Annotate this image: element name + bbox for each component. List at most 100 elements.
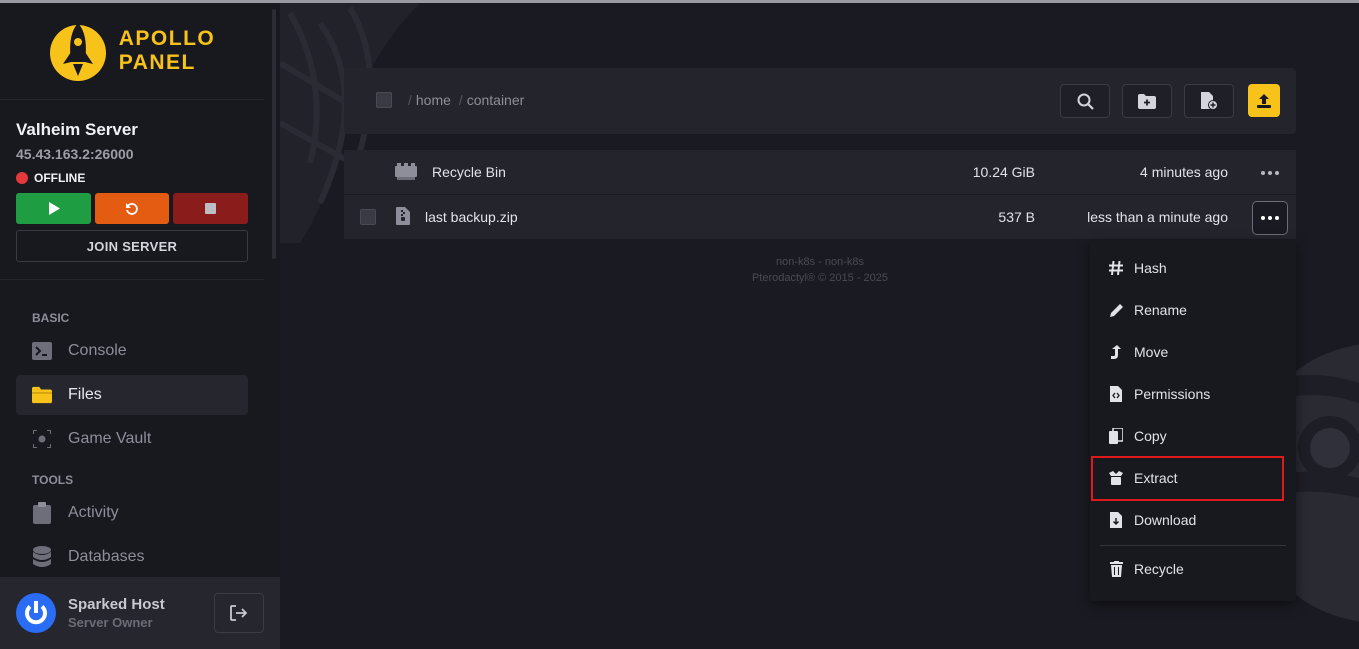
file-name: Recycle Bin bbox=[432, 164, 506, 180]
pencil-icon bbox=[1108, 302, 1124, 318]
power-icon bbox=[20, 597, 52, 629]
database-icon bbox=[32, 546, 52, 567]
menu-item-label: Hash bbox=[1134, 260, 1167, 276]
stop-icon bbox=[205, 203, 216, 214]
divider bbox=[0, 279, 264, 280]
menu-item-permissions[interactable]: Permissions bbox=[1090, 374, 1296, 414]
file-modified: 4 minutes ago bbox=[1140, 164, 1228, 180]
user-role: Server Owner bbox=[68, 615, 153, 630]
recycle-bin-icon bbox=[395, 163, 417, 184]
file-row-last-backup[interactable]: last backup.zip 537 B less than a minute… bbox=[344, 195, 1296, 239]
new-file-icon bbox=[1201, 92, 1218, 110]
status-dot-icon bbox=[16, 172, 28, 184]
menu-item-label: Download bbox=[1134, 512, 1197, 528]
menu-item-label: Permissions bbox=[1134, 386, 1211, 402]
rocket-logo-icon bbox=[49, 23, 106, 81]
file-context-menu: Hash Rename Move Permissions Copy Extrac… bbox=[1090, 240, 1296, 601]
upload-button[interactable] bbox=[1248, 84, 1280, 117]
menu-divider bbox=[1100, 545, 1286, 546]
user-footer: Sparked Host Server Owner bbox=[0, 577, 280, 649]
file-name: last backup.zip bbox=[425, 209, 518, 225]
more-dots-icon bbox=[1261, 171, 1279, 175]
sidebar-item-label: Files bbox=[68, 386, 102, 403]
sidebar-item-game-vault[interactable]: Game Vault bbox=[16, 419, 248, 459]
sidebar-item-label: Databases bbox=[68, 548, 145, 565]
user-name: Sparked Host bbox=[68, 596, 165, 613]
file-code-icon bbox=[1108, 386, 1124, 402]
sidebar-item-console[interactable]: Console bbox=[16, 331, 248, 371]
sidebar-scrollbar[interactable] bbox=[272, 9, 276, 259]
menu-item-hash[interactable]: Hash bbox=[1090, 248, 1296, 288]
logout-button[interactable] bbox=[214, 593, 264, 633]
file-download-icon bbox=[1108, 512, 1124, 528]
file-actions-button[interactable] bbox=[1252, 201, 1288, 235]
breadcrumb-home[interactable]: home bbox=[416, 92, 451, 108]
join-server-button[interactable]: JOIN SERVER bbox=[16, 230, 248, 262]
breadcrumb-separator: / bbox=[408, 92, 412, 108]
move-arrow-icon bbox=[1108, 344, 1124, 360]
brand[interactable]: APOLLO PANEL bbox=[0, 3, 264, 100]
file-actions-button[interactable] bbox=[1252, 156, 1288, 190]
file-size: 537 B bbox=[998, 209, 1035, 225]
restart-icon bbox=[126, 202, 138, 215]
brand-line1: APOLLO bbox=[118, 27, 216, 50]
server-ip[interactable]: 45.43.163.2:26000 bbox=[16, 146, 248, 162]
brand-name: APOLLO PANEL bbox=[119, 27, 216, 75]
stop-button[interactable] bbox=[173, 193, 248, 224]
server-status: OFFLINE bbox=[16, 171, 248, 185]
section-tools: TOOLS bbox=[32, 473, 74, 487]
search-icon bbox=[1077, 93, 1094, 110]
file-row-recycle-bin[interactable]: Recycle Bin 10.24 GiB 4 minutes ago bbox=[344, 150, 1296, 194]
menu-item-copy[interactable]: Copy bbox=[1090, 416, 1296, 456]
file-modified: less than a minute ago bbox=[1087, 209, 1228, 225]
menu-item-download[interactable]: Download bbox=[1090, 500, 1296, 540]
terminal-icon bbox=[32, 341, 52, 361]
sidebar-item-label: Game Vault bbox=[68, 430, 152, 447]
menu-item-rename[interactable]: Rename bbox=[1090, 290, 1296, 330]
restart-button[interactable] bbox=[95, 193, 169, 224]
file-checkbox[interactable] bbox=[360, 209, 376, 225]
avatar[interactable] bbox=[16, 593, 56, 633]
select-all-checkbox[interactable] bbox=[376, 92, 392, 108]
brand-line2: PANEL bbox=[118, 51, 196, 74]
sidebar: APOLLO PANEL Valheim Server 45.43.163.2:… bbox=[0, 3, 280, 649]
archive-file-icon bbox=[396, 207, 410, 228]
breadcrumb-separator: / bbox=[458, 92, 463, 108]
logout-icon bbox=[230, 605, 248, 621]
trash-icon bbox=[1108, 561, 1124, 577]
sidebar-item-label: Console bbox=[68, 342, 127, 359]
section-basic: BASIC bbox=[32, 311, 70, 325]
new-file-button[interactable] bbox=[1184, 84, 1234, 118]
status-label: OFFLINE bbox=[34, 171, 86, 185]
menu-item-label: Copy bbox=[1134, 428, 1167, 444]
new-folder-button[interactable] bbox=[1122, 84, 1172, 118]
power-controls bbox=[16, 193, 248, 224]
upload-icon bbox=[1257, 93, 1271, 108]
more-dots-icon bbox=[1261, 216, 1279, 220]
sidebar-item-activity[interactable]: Activity bbox=[16, 493, 248, 533]
sidebar-item-databases[interactable]: Databases bbox=[16, 537, 248, 577]
folder-icon bbox=[32, 385, 52, 405]
breadcrumb: / home / container bbox=[408, 92, 524, 108]
breadcrumb-container[interactable]: container bbox=[467, 92, 525, 108]
clipboard-icon bbox=[32, 502, 52, 524]
menu-item-label: Recycle bbox=[1134, 561, 1184, 577]
menu-item-label: Move bbox=[1134, 344, 1169, 360]
menu-item-recycle[interactable]: Recycle bbox=[1090, 549, 1296, 589]
server-panel: Valheim Server 45.43.163.2:26000 OFFLINE… bbox=[0, 100, 264, 262]
extract-highlight-box bbox=[1091, 456, 1284, 501]
sidebar-item-files[interactable]: Files bbox=[16, 375, 248, 415]
sidebar-item-label: Activity bbox=[68, 504, 119, 521]
file-size: 10.24 GiB bbox=[972, 164, 1035, 180]
search-button[interactable] bbox=[1060, 84, 1110, 118]
new-folder-icon bbox=[1138, 93, 1156, 109]
vault-icon bbox=[32, 429, 52, 449]
menu-item-move[interactable]: Move bbox=[1090, 332, 1296, 372]
user-info: Sparked Host Server Owner bbox=[68, 596, 165, 630]
copy-icon bbox=[1108, 428, 1124, 444]
start-button[interactable] bbox=[16, 193, 91, 224]
server-name: Valheim Server bbox=[16, 120, 138, 139]
menu-item-label: Rename bbox=[1134, 302, 1187, 318]
play-icon bbox=[48, 202, 60, 215]
hash-icon bbox=[1108, 260, 1124, 276]
